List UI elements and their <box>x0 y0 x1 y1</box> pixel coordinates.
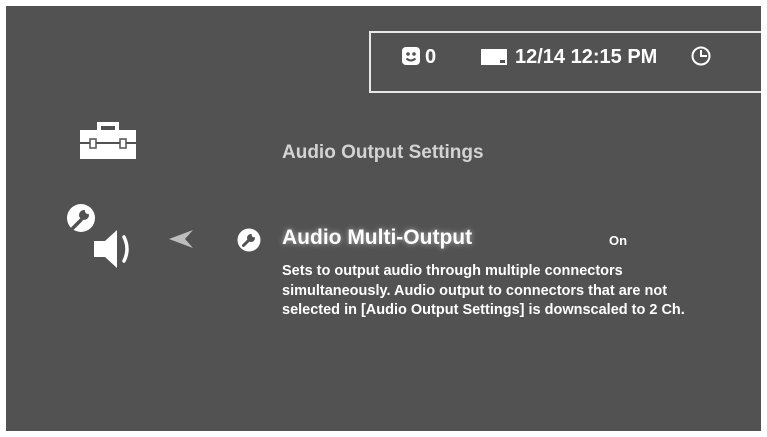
settings-screen: 0 12/14 12:15 PM Audio Output Settings A… <box>6 6 761 431</box>
toolbox-icon <box>80 122 136 159</box>
item-description: Sets to output audio through multiple co… <box>282 263 685 318</box>
datetime: 12/14 12:15 PM <box>515 46 658 68</box>
item-title: Audio Multi-Output <box>282 226 473 249</box>
arrow-left-icon <box>169 230 193 248</box>
wrench-speaker-icon <box>67 204 129 268</box>
item-value: On <box>609 233 628 248</box>
section-title: Audio Output Settings <box>282 142 484 163</box>
status-bar: 0 12/14 12:15 PM <box>369 31 761 93</box>
clock-icon <box>691 46 711 66</box>
notification-icon <box>402 47 420 65</box>
card-icon <box>481 49 507 65</box>
wrench-icon <box>237 228 261 252</box>
notification-count: 0 <box>425 46 437 68</box>
